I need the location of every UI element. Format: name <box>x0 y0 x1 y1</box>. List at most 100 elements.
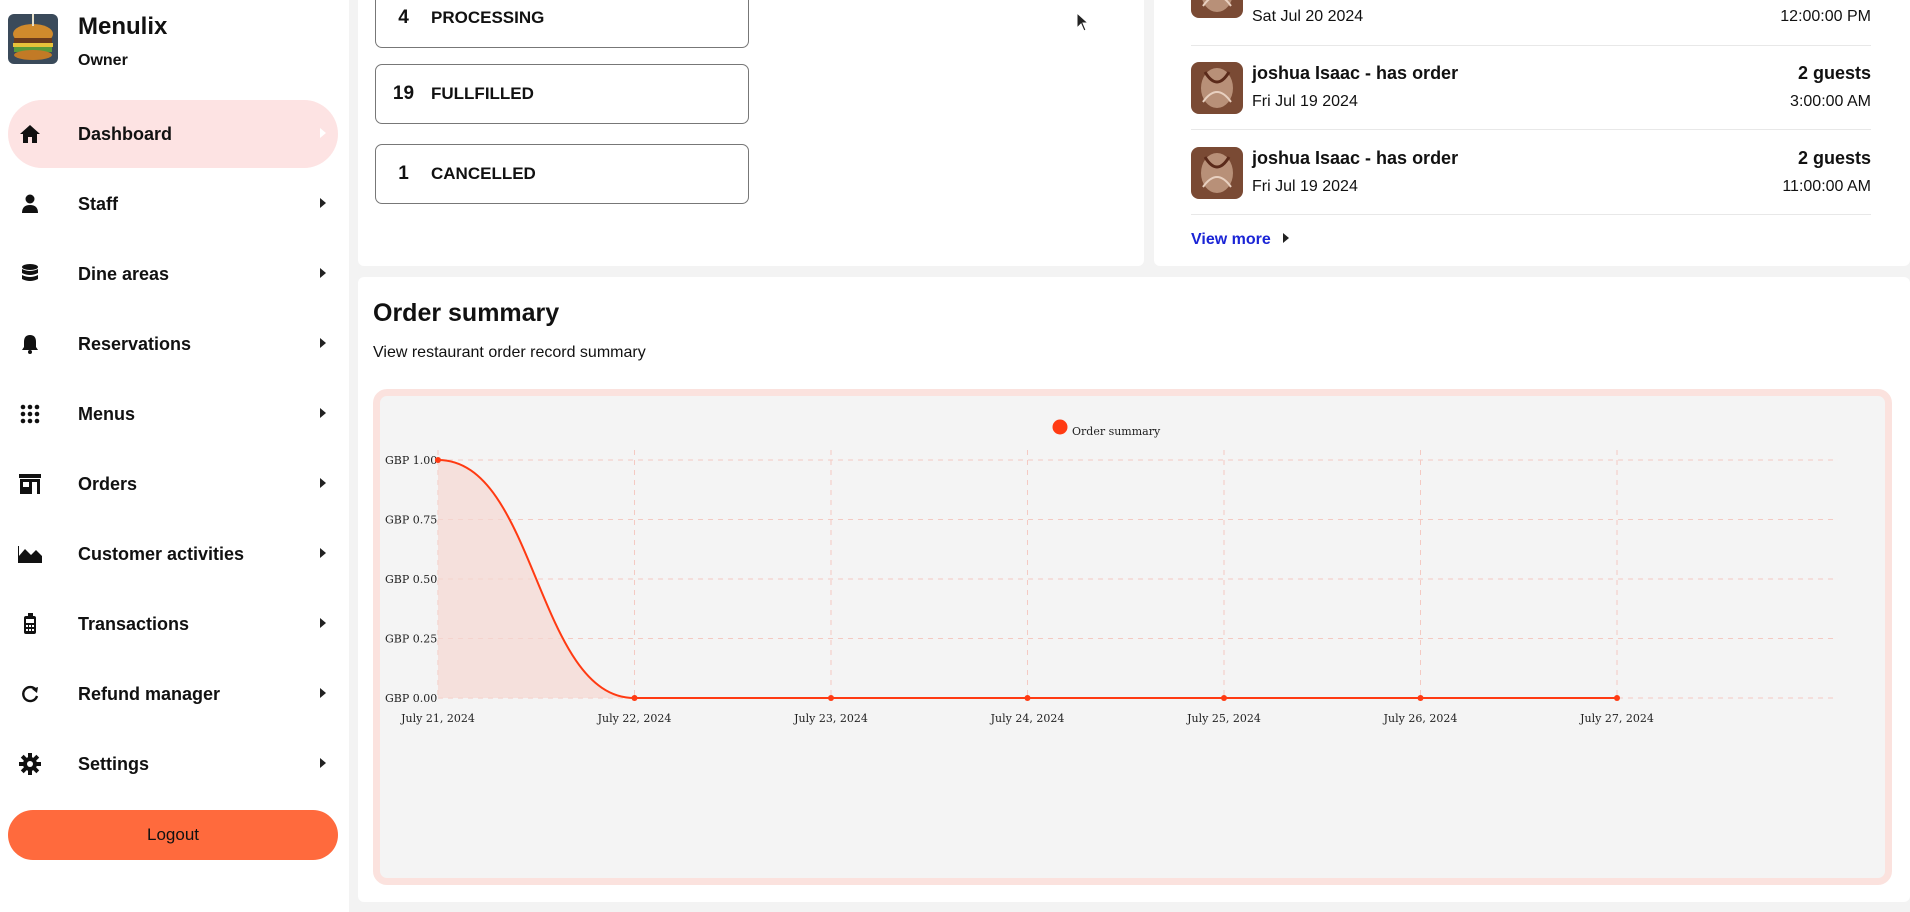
database-icon <box>16 260 44 288</box>
status-count: 1 <box>398 163 409 184</box>
x-tick-label: July 25, 2024 <box>1186 712 1261 725</box>
sidebar-item-menus[interactable]: Menus <box>8 380 338 448</box>
sidebar-item-label: Settings <box>78 753 150 774</box>
sidebar-item-label: Reservations <box>78 333 192 354</box>
section-subtitle: View restaurant order record summary <box>373 344 646 361</box>
x-tick-label: July 21, 2024 <box>400 712 475 725</box>
reservation-row[interactable]: joshua Isaac - has order Fri Jul 19 2024… <box>1191 131 1871 215</box>
reservation-row[interactable]: Sat Jul 20 2024 12:00:00 PM <box>1191 0 1871 46</box>
status-label: FULLFILLED <box>431 84 534 103</box>
reservation-name: joshua Isaac - has order <box>1252 148 1459 168</box>
chevron-right-icon <box>320 128 326 138</box>
person-icon <box>16 190 44 218</box>
data-point <box>828 695 834 701</box>
sidebar-item-label: Menus <box>78 403 136 424</box>
sidebar-item-label: Dashboard <box>78 123 173 144</box>
home-icon <box>16 120 44 148</box>
sidebar-item-label: Dine areas <box>78 263 170 284</box>
x-tick-label: July 27, 2024 <box>1579 712 1654 725</box>
reservation-date: Fri Jul 19 2024 <box>1252 93 1358 110</box>
reservation-name: joshua Isaac - has order <box>1252 63 1459 83</box>
x-tick-label: July 23, 2024 <box>793 712 868 725</box>
sidebar-item-customer-activities[interactable]: Customer activities <box>8 520 338 588</box>
chevron-right-icon <box>320 268 326 278</box>
avatar <box>1191 62 1243 114</box>
status-count: 4 <box>398 7 409 28</box>
avatar <box>1191 0 1243 18</box>
view-more-link[interactable]: View more <box>1191 231 1289 249</box>
x-tick-label: July 24, 2024 <box>990 712 1065 725</box>
user-role: Owner <box>78 52 128 69</box>
reservations-card: Sat Jul 20 2024 12:00:00 PM joshua Isaac… <box>1154 0 1910 266</box>
sidebar-nav: Dashboard Staff Dine areas Reservations … <box>8 100 338 800</box>
sidebar-item-label: Refund manager <box>78 683 221 704</box>
sidebar-item-label: Transactions <box>78 613 190 634</box>
sidebar-item-staff[interactable]: Staff <box>8 170 338 238</box>
y-tick-label: GBP 0.00 <box>385 692 437 705</box>
y-tick-label: GBP 0.25 <box>385 633 437 646</box>
data-point <box>435 457 441 463</box>
card-reader-icon <box>16 610 44 638</box>
gear-icon <box>16 750 44 778</box>
view-more-label: View more <box>1191 231 1271 248</box>
reservation-guests: 2 guests <box>1797 148 1871 168</box>
data-point <box>1024 695 1031 701</box>
sidebar-item-label: Orders <box>78 473 138 494</box>
order-summary-card: Order summary View restaurant order reco… <box>358 277 1910 902</box>
sidebar-item-transactions[interactable]: Transactions <box>8 590 338 658</box>
chevron-right-icon <box>320 618 326 628</box>
chevron-right-icon <box>320 408 326 418</box>
grid-icon <box>16 400 44 428</box>
brand-name: Menulix <box>78 13 168 40</box>
status-label: CANCELLED <box>431 164 536 183</box>
reservation-date: Sat Jul 20 2024 <box>1252 8 1364 25</box>
legend-label: Order summary <box>1072 425 1161 438</box>
y-tick-label: GBP 0.75 <box>385 514 437 527</box>
legend-marker <box>1052 419 1068 435</box>
reservation-guests: 2 guests <box>1797 63 1871 83</box>
reservation-date: Fri Jul 19 2024 <box>1252 178 1358 195</box>
chevron-right-icon <box>320 198 326 208</box>
status-processing[interactable]: 4 PROCESSING <box>375 0 749 48</box>
status-label: PROCESSING <box>431 8 545 27</box>
bell-icon <box>16 330 44 358</box>
sidebar-item-orders[interactable]: Orders <box>8 450 338 518</box>
store-icon <box>16 470 44 498</box>
x-tick-label: July 22, 2024 <box>597 712 672 725</box>
chevron-right-icon <box>320 688 326 698</box>
sidebar-item-reservations[interactable]: Reservations <box>8 310 338 378</box>
order-status-card: 4 PROCESSING 19 FULLFILLED 1 CANCELLED <box>358 0 1144 266</box>
avatar <box>1191 147 1243 199</box>
sidebar-item-label: Customer activities <box>78 543 245 564</box>
sidebar-item-settings[interactable]: Settings <box>8 730 338 798</box>
sidebar: Menulix Owner Dashboard Staff Dine areas… <box>0 0 349 912</box>
data-point <box>1417 695 1424 701</box>
data-point <box>631 695 638 701</box>
reservation-time: 12:00:00 PM <box>1780 8 1871 25</box>
sidebar-item-dine-areas[interactable]: Dine areas <box>8 240 338 308</box>
chevron-right-icon <box>1282 233 1289 243</box>
reservation-row[interactable]: joshua Isaac - has order Fri Jul 19 2024… <box>1191 46 1871 130</box>
y-tick-label: GBP 0.50 <box>385 573 437 586</box>
section-title: Order summary <box>373 299 560 327</box>
status-count: 19 <box>392 83 415 104</box>
data-point <box>1614 695 1620 701</box>
logout-button[interactable]: Logout <box>8 810 338 860</box>
order-summary-chart: GBP 0.00 GBP 0.25 GBP 0.50 GBP 0.75 GBP 1.00… <box>385 419 1838 725</box>
brand-logo <box>8 14 58 64</box>
chevron-right-icon <box>320 758 326 768</box>
sidebar-item-label: Staff <box>78 193 118 214</box>
status-fulfilled[interactable]: 19 FULLFILLED <box>375 64 749 124</box>
sidebar-item-refund-manager[interactable]: Refund manager <box>8 660 338 728</box>
mouse-cursor-icon <box>1076 12 1090 32</box>
reservation-time: 3:00:00 AM <box>1790 93 1871 110</box>
chevron-right-icon <box>320 338 326 348</box>
reservation-time: 11:00:00 AM <box>1782 178 1871 195</box>
brand: Menulix Owner <box>8 13 168 69</box>
y-tick-label: GBP 1.00 <box>385 454 437 467</box>
data-point <box>1221 695 1227 701</box>
sidebar-item-dashboard[interactable]: Dashboard <box>8 100 338 168</box>
status-cancelled[interactable]: 1 CANCELLED <box>375 144 749 204</box>
area-chart-icon <box>16 540 44 568</box>
x-tick-label: July 26, 2024 <box>1383 712 1458 725</box>
